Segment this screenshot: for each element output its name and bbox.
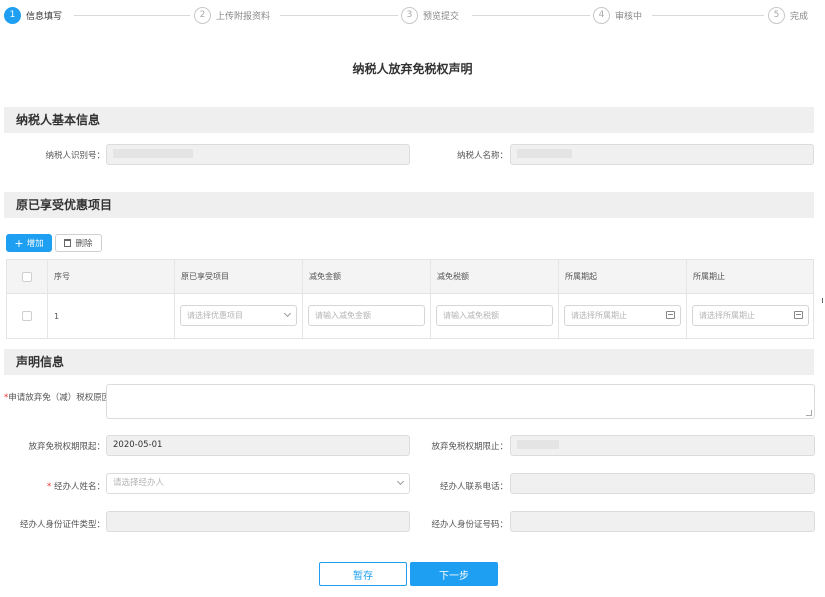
agent-phone-field[interactable] [510,473,815,494]
row-index: 1 [47,294,174,338]
agent-id-no-label: 经办人身份证号码： [431,520,508,530]
scroll-indicator [822,298,823,303]
start-date-picker[interactable]: 请选择所属期止 [564,305,681,326]
step-5-label: 完成 [790,11,809,22]
next-step-button[interactable]: 下一步 [410,562,498,586]
table-row: 1 请选择优惠项目 请输入减免金额 请输入减免税额 请选择所属期止 请选择所属期… [7,294,813,338]
end-date-picker[interactable]: 请选择所属期止 [692,305,809,326]
progress-steps: 1 信息填写 2 上传附报资料 3 预览提交 4 审核中 5 完成 [4,6,816,24]
step-5: 5 完成 [768,6,808,24]
taxpayer-id-label: 纳税人识别号： [45,151,105,161]
step-1: 1 信息填写 [4,6,62,24]
step-connector [472,15,590,16]
reason-label: *申请放弃免（减）税权原因： [4,393,119,403]
redacted-value [517,440,559,449]
col-tax: 减免税额 [430,260,558,293]
col-index: 序号 [47,260,174,293]
save-draft-button[interactable]: 暂存 [319,562,407,586]
section-declaration: 声明信息 [4,349,814,375]
amount-input[interactable]: 请输入减免金额 [308,305,425,326]
step-4: 4 审核中 [593,6,642,24]
end-label: 放弃免税权期限止： [431,442,508,452]
select-all-cell [7,260,47,293]
chevron-down-icon [283,309,292,318]
step-connector [280,15,398,16]
calendar-icon [794,311,803,319]
col-amount: 减免金额 [302,260,430,293]
taxpayer-id-field[interactable] [106,144,410,165]
col-project: 原已享受项目 [174,260,302,293]
table-header: 序号 原已享受项目 减免金额 减免税额 所属期起 所属期止 [7,260,813,294]
step-connector [74,15,190,16]
project-select[interactable]: 请选择优惠项目 [180,305,297,326]
resize-handle-icon[interactable] [806,410,812,416]
agent-id-type-label: 经办人身份证件类型： [19,520,105,530]
delete-row-button[interactable]: 删除 [55,234,102,252]
step-2-number: 2 [194,6,211,24]
trash-icon [64,239,72,247]
calendar-icon [666,311,675,319]
select-all-checkbox[interactable] [22,271,32,282]
step-2-label: 上传附报资料 [216,11,271,22]
step-3-label: 预览提交 [423,11,460,22]
preferential-table: 序号 原已享受项目 减免金额 减免税额 所属期起 所属期止 1 请选择优惠项目 … [6,259,814,339]
taxpayer-name-field[interactable] [510,144,814,165]
start-label: 放弃免税权期限起： [28,442,105,452]
step-1-label: 信息填写 [26,11,63,22]
page-title: 纳税人放弃免税权声明 [352,62,473,76]
chevron-down-icon [396,477,405,486]
row-checkbox[interactable] [22,311,32,321]
agent-name-label: * 经办人姓名： [47,482,105,492]
add-row-button[interactable]: + 增加 [6,234,52,252]
tax-input[interactable]: 请输入减免税额 [436,305,553,326]
step-3-number: 3 [401,6,418,24]
step-connector [652,15,764,16]
step-2: 2 上传附报资料 [194,6,270,24]
agent-phone-label: 经办人联系电话： [439,482,508,492]
plus-icon: + [14,236,24,250]
step-4-number: 4 [593,6,610,24]
end-date-field[interactable] [510,435,815,456]
step-3: 3 预览提交 [401,6,459,24]
redacted-value [113,149,193,158]
reason-textarea[interactable] [106,384,815,419]
redacted-value [517,149,572,158]
step-5-number: 5 [768,6,785,24]
col-end: 所属期止 [686,260,813,293]
section-preferential: 原已享受优惠项目 [4,192,814,218]
section-basic-info: 纳税人基本信息 [4,107,814,133]
step-4-label: 审核中 [615,11,643,22]
col-start: 所属期起 [558,260,686,293]
row-select-cell [7,294,47,338]
agent-name-select[interactable]: 请选择经办人 [106,473,410,494]
step-1-number: 1 [4,6,21,24]
agent-id-type-field[interactable] [106,511,410,532]
agent-id-no-field[interactable] [510,511,815,532]
start-date-field[interactable]: 2020-05-01 [106,435,410,456]
taxpayer-name-label: 纳税人名称： [456,151,508,161]
